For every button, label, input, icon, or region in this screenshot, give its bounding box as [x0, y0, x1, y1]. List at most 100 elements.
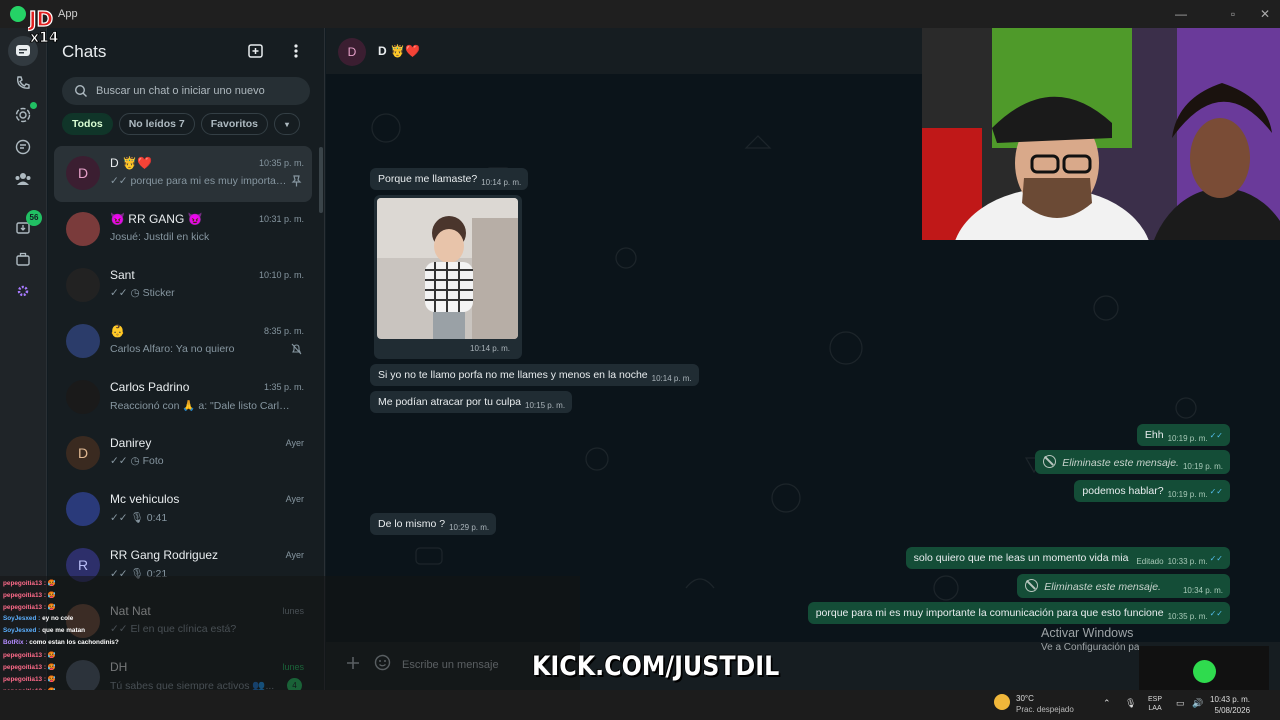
language-indicator[interactable]: ESP LAA [1148, 695, 1162, 713]
message-bubble-out[interactable]: solo quiero que me leas un momento vida … [905, 547, 1230, 569]
stream-chat-message: que me matan [42, 627, 86, 634]
message-bubble-out-deleted[interactable]: Eliminaste este mensaje. 10:19 p. m. [1035, 450, 1230, 474]
stream-chat-message: 🥵 [47, 664, 56, 671]
stream-chat-line: pepegoitia13 : 🥵 [3, 651, 56, 659]
system-clock[interactable]: 10:43 p. m. 5/08/2026 [1210, 694, 1250, 716]
stream-chat-message: 🥵 [47, 592, 56, 599]
weather-icon[interactable] [994, 694, 1010, 710]
stream-record-icon [1193, 660, 1216, 683]
message-text: Porque me llamaste? [378, 173, 478, 185]
muted-bell-icon [291, 343, 302, 355]
stream-chat-user: pepegoitia13 : [3, 652, 46, 659]
weather-temp[interactable]: 30°C [1016, 694, 1034, 703]
deleted-icon [1025, 579, 1039, 592]
chat-last-message: Carlos Alfaro: Ya no quiero [110, 343, 235, 355]
streamer-logo: JD x14 [28, 6, 59, 44]
contact-name[interactable]: D 🤴❤️ [378, 44, 420, 58]
sidebar-title: Chats [62, 42, 107, 61]
message-time: 10:19 p. m. [1167, 434, 1208, 443]
chat-list-item[interactable]: Sant 10:10 p. m. ✓✓ ◷ Sticker [54, 258, 312, 314]
filter-all[interactable]: Todos [62, 113, 113, 135]
contact-avatar[interactable]: D [338, 38, 366, 66]
message-bubble-in[interactable]: Porque me llamaste? 10:14 p. m. [370, 168, 529, 190]
maximize-button[interactable]: ▫ [1218, 4, 1248, 24]
chat-avatar[interactable] [66, 212, 100, 246]
message-bubble-in[interactable]: De lo mismo ? 10:29 p. m. [370, 513, 497, 535]
chat-avatar[interactable] [66, 492, 100, 526]
weather-description[interactable]: Prac. despejado [1016, 705, 1074, 714]
chat-last-message: Josué: Justdil en kick [110, 231, 210, 243]
stream-chat-user: SoyJesxed : [3, 615, 41, 622]
language-code: ESP [1148, 696, 1163, 703]
message-text: solo quiero que me leas un momento vida … [913, 552, 1129, 564]
tray-chevron-up-icon[interactable]: ⌃ [1103, 698, 1115, 710]
whatsapp-logo-icon [10, 6, 26, 22]
chat-name: Mc vehiculos [110, 492, 180, 506]
message-bubble-out[interactable]: Ehh 10:19 p. m. ✓✓ [1136, 424, 1230, 446]
phone-icon [16, 76, 30, 89]
communities-nav-button[interactable] [8, 164, 38, 194]
chat-list-item[interactable]: 😈 RR GANG 😈 10:31 p. m. Josué: Justdil en … [54, 202, 312, 258]
tools-nav-button[interactable] [8, 244, 38, 274]
volume-icon[interactable]: 🔊 [1192, 698, 1204, 710]
chat-list-item[interactable]: 👶 8:35 p. m. Carlos Alfaro: Ya no quiero [54, 314, 312, 370]
message-time: 10:29 p. m. [449, 523, 490, 532]
chat-avatar[interactable] [66, 268, 100, 302]
new-chat-icon[interactable] [247, 42, 265, 60]
minimize-button[interactable]: — [1166, 4, 1196, 24]
communities-icon [15, 173, 31, 185]
svg-text:x14: x14 [30, 30, 59, 44]
chat-last-message: ✓✓ porque para mi es muy importan... [110, 175, 290, 187]
keyboard-layout: LAA [1148, 705, 1162, 712]
read-ticks-icon: ✓✓ [1209, 431, 1223, 440]
chat-avatar[interactable]: D [66, 156, 100, 190]
message-bubble-in[interactable]: Si yo no te llamo porfa no me llames y m… [370, 364, 699, 386]
filter-more-button[interactable]: ▾ [274, 113, 300, 135]
kick-url-overlay: KICK.COM/JUSTDIL [532, 651, 780, 682]
chat-last-message: ✓✓ ◷ Sticker [110, 287, 175, 299]
stream-chat-user: pepegoitia13 : [3, 676, 46, 683]
image-message[interactable]: 10:14 p. m. [374, 195, 522, 359]
chat-list-item[interactable]: D D 🤴❤️ 10:35 p. m. ✓✓ porque para mi es mu… [54, 146, 312, 202]
microphone-icon[interactable]: 🎙 [1125, 698, 1137, 710]
search-icon [74, 84, 87, 97]
message-bubble-out[interactable]: podemos hablar? 10:19 p. m. ✓✓ [1074, 480, 1230, 502]
chat-avatar[interactable]: D [66, 436, 100, 470]
message-text: Eliminaste este mensaje. [1062, 457, 1179, 469]
menu-dots-icon[interactable] [288, 42, 304, 60]
network-icon[interactable]: ▭ [1176, 698, 1188, 710]
read-ticks-icon: ✓✓ [1209, 487, 1223, 496]
windows-taskbar: 30°C Prac. despejado ⌃ 🎙 ESP LAA ▭ 🔊 10:… [0, 690, 1280, 720]
sidebar-scrollbar[interactable] [319, 147, 323, 213]
chat-time: 1:35 p. m. [263, 382, 304, 392]
calls-nav-button[interactable] [8, 68, 38, 98]
filter-unread[interactable]: No leídos 7 [118, 113, 195, 135]
message-bubble-out-deleted[interactable]: Eliminaste este mensaje. 10:34 p. m. [1017, 574, 1230, 598]
stream-chat-message: 🥵 [47, 676, 56, 683]
chat-list-item[interactable]: Mc vehiculos Ayer ✓✓ 🎙 0:41 [54, 482, 312, 538]
message-time: 10:19 p. m. [1167, 490, 1208, 499]
chat-avatar[interactable] [66, 324, 100, 358]
chat-name: RR Gang Rodriguez [110, 548, 219, 562]
stream-chat-user: pepegoitia13 : [3, 580, 46, 587]
stream-chat-user: SoyJesxed : [3, 627, 41, 634]
filter-favorites[interactable]: Favoritos [200, 113, 268, 135]
search-input[interactable] [96, 77, 301, 105]
channels-nav-button[interactable] [8, 132, 38, 162]
message-text: podemos hablar? [1082, 485, 1164, 497]
close-button[interactable]: ✕ [1250, 4, 1280, 24]
chat-avatar[interactable] [66, 380, 100, 414]
watermark-subtitle: Ve a Configuración pa [1041, 642, 1140, 653]
chat-list-item[interactable]: D Danirey Ayer ✓✓ ◷ Foto [54, 426, 312, 482]
message-bubble-in[interactable]: Me podían atracar por tu culpa 10:15 p. m… [370, 391, 573, 413]
meta-ai-icon [17, 285, 29, 297]
chevron-down-icon: ▾ [284, 120, 289, 129]
edited-label: Editado [1136, 557, 1164, 566]
message-bubble-out[interactable]: porque para mi es muy importante la comu… [807, 602, 1230, 624]
meta-ai-nav-button[interactable] [8, 276, 38, 306]
message-time: 10:34 p. m. [1182, 586, 1223, 595]
chat-list-item[interactable]: Carlos Padrino 1:35 p. m. Reaccionó con 🙏 … [54, 370, 312, 426]
photo-thumbnail[interactable] [377, 198, 518, 339]
chat-name: Sant [110, 268, 135, 282]
stream-chat-line: pepegoitia13 : 🥵 [3, 603, 56, 611]
